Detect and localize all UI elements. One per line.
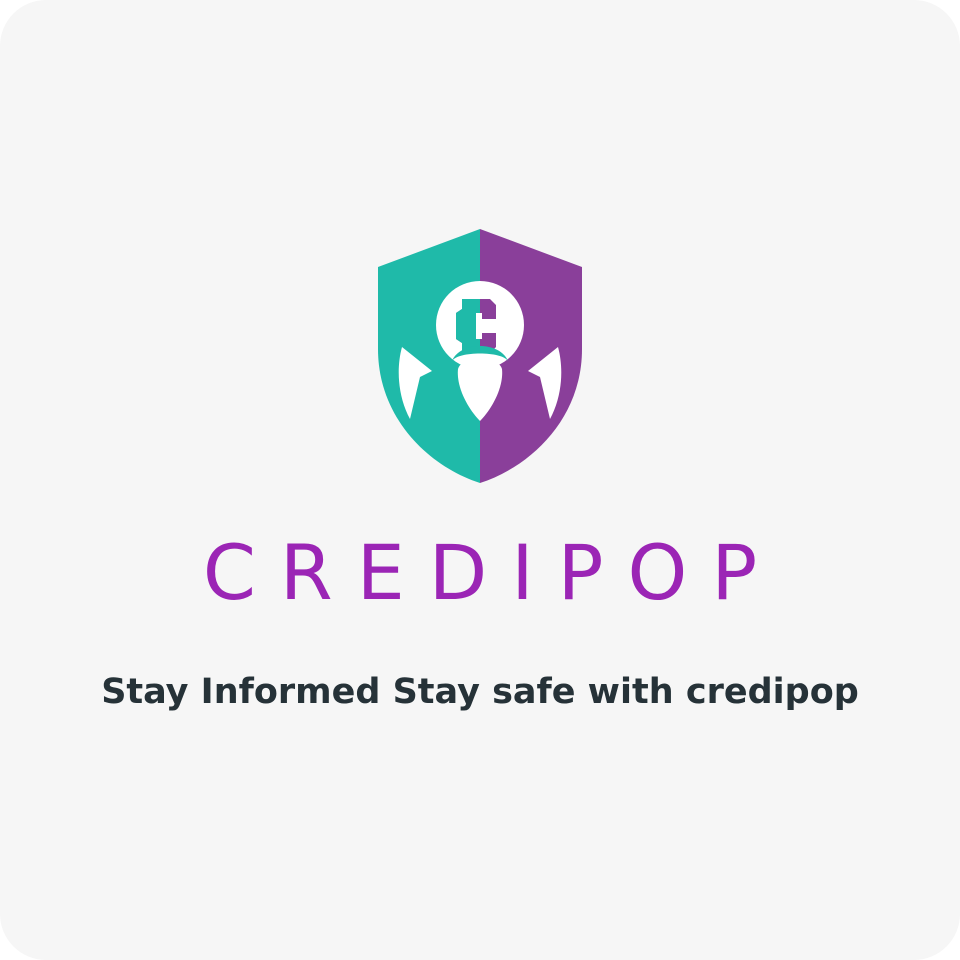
tagline: Stay Informed Stay safe with credipop (101, 672, 859, 712)
brand-name: CREDIPOP (202, 528, 782, 617)
logo-card: CREDIPOP Stay Informed Stay safe with cr… (0, 0, 960, 960)
head-circle (436, 281, 524, 369)
shield-guardian-logo-icon (378, 229, 582, 483)
